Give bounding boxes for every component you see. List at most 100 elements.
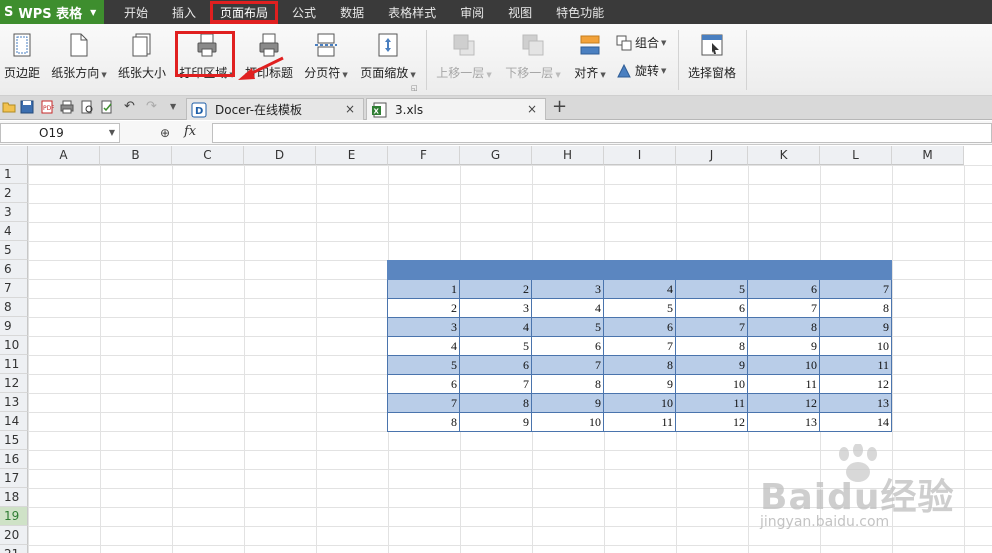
table-cell[interactable]: 1	[387, 279, 460, 299]
table-cell[interactable]: 7	[387, 393, 460, 413]
tab-special[interactable]: 特色功能	[544, 0, 616, 24]
table-cell[interactable]: 3	[531, 279, 604, 299]
print-titles-button[interactable]: 打印标题	[242, 30, 296, 86]
dialog-launcher-icon[interactable]: ◱	[411, 84, 418, 92]
zoom-function-icon[interactable]: ⊕	[160, 126, 170, 140]
tab-data[interactable]: 数据	[328, 0, 376, 24]
formula-input[interactable]	[212, 123, 992, 143]
bring-forward-button[interactable]: 上移一层 ▼	[434, 30, 494, 86]
table-cell[interactable]: 5	[675, 279, 748, 299]
table-cell[interactable]: 4	[387, 336, 460, 356]
table-cell[interactable]: 11	[747, 374, 820, 394]
table-header-cell[interactable]	[675, 260, 748, 280]
export-pdf-icon[interactable]: PDF	[40, 100, 54, 114]
table-cell[interactable]: 14	[819, 412, 892, 432]
tab-formulas[interactable]: 公式	[280, 0, 328, 24]
table-cell[interactable]: 8	[459, 393, 532, 413]
table-cell[interactable]: 6	[531, 336, 604, 356]
table-cell[interactable]: 5	[387, 355, 460, 375]
table-cell[interactable]: 4	[531, 298, 604, 318]
close-icon[interactable]: ×	[345, 102, 355, 116]
table-cell[interactable]: 7	[747, 298, 820, 318]
table-cell[interactable]: 8	[819, 298, 892, 318]
table-cell[interactable]: 10	[603, 393, 676, 413]
data-table[interactable]: 1 2 3 4 5 6 7 2 3 4 5 6 7 8 3 4 5 6 7 8 9 4 5 6 7 8 9 10 5 6 7 8 9 10 11 6 7…	[387, 260, 892, 432]
table-header-cell[interactable]	[747, 260, 820, 280]
print-preview-icon[interactable]	[80, 100, 94, 114]
table-cell[interactable]: 3	[459, 298, 532, 318]
table-cell[interactable]: 8	[531, 374, 604, 394]
table-cell[interactable]: 6	[459, 355, 532, 375]
chevron-down-icon[interactable]: ▼	[109, 124, 115, 142]
rotate-button[interactable]: 旋转 ▼	[616, 62, 666, 79]
tab-page-layout[interactable]: 页面布局	[208, 0, 280, 24]
orientation-button[interactable]: 纸张方向 ▼	[48, 30, 110, 86]
table-cell[interactable]: 11	[603, 412, 676, 432]
customize-toolbar-icon[interactable]: ▼	[170, 100, 184, 114]
save-icon[interactable]	[20, 100, 34, 114]
table-cell[interactable]: 13	[747, 412, 820, 432]
table-cell[interactable]: 7	[531, 355, 604, 375]
table-cell[interactable]: 6	[675, 298, 748, 318]
tab-review[interactable]: 审阅	[448, 0, 496, 24]
table-cell[interactable]: 9	[531, 393, 604, 413]
table-cell[interactable]: 9	[819, 317, 892, 337]
size-button[interactable]: 纸张大小	[116, 30, 168, 86]
send-backward-button[interactable]: 下移一层 ▼	[502, 30, 564, 86]
tab-home[interactable]: 开始	[112, 0, 160, 24]
table-cell[interactable]: 2	[387, 298, 460, 318]
tab-view[interactable]: 视图	[496, 0, 544, 24]
table-cell[interactable]: 12	[747, 393, 820, 413]
tab-workbook[interactable]: X 3.xls ×	[366, 98, 546, 120]
table-cell[interactable]: 7	[603, 336, 676, 356]
undo-icon[interactable]: ↶	[124, 100, 138, 114]
table-header-cell[interactable]	[387, 260, 460, 280]
align-button[interactable]: 对齐 ▼	[570, 30, 610, 86]
spell-check-icon[interactable]	[100, 100, 114, 114]
scale-button[interactable]: 页面缩放 ▼	[356, 30, 420, 86]
table-cell[interactable]: 5	[459, 336, 532, 356]
table-cell[interactable]: 9	[675, 355, 748, 375]
tab-insert[interactable]: 插入	[160, 0, 208, 24]
table-cell[interactable]: 8	[387, 412, 460, 432]
margins-button[interactable]: 页边距	[2, 30, 42, 86]
table-cell[interactable]: 8	[603, 355, 676, 375]
table-cell[interactable]: 6	[387, 374, 460, 394]
table-cell[interactable]: 4	[459, 317, 532, 337]
table-cell[interactable]: 5	[603, 298, 676, 318]
tab-docer-templates[interactable]: D Docer-在线模板 ×	[186, 98, 364, 120]
table-cell[interactable]: 7	[675, 317, 748, 337]
tab-table-style[interactable]: 表格样式	[376, 0, 448, 24]
insert-function-button[interactable]: fx	[184, 124, 196, 139]
table-cell[interactable]: 2	[459, 279, 532, 299]
table-cell[interactable]: 13	[819, 393, 892, 413]
new-tab-button[interactable]: +	[552, 96, 567, 117]
table-cell[interactable]: 9	[459, 412, 532, 432]
print-icon[interactable]	[60, 100, 74, 114]
table-cell[interactable]: 10	[531, 412, 604, 432]
redo-icon[interactable]: ↷	[146, 100, 160, 114]
table-cell[interactable]: 10	[675, 374, 748, 394]
table-cell[interactable]: 6	[603, 317, 676, 337]
table-cell[interactable]: 11	[819, 355, 892, 375]
table-cell[interactable]: 10	[819, 336, 892, 356]
table-header-cell[interactable]	[531, 260, 604, 280]
table-cell[interactable]: 8	[675, 336, 748, 356]
table-cell[interactable]: 12	[819, 374, 892, 394]
table-cell[interactable]: 6	[747, 279, 820, 299]
name-box[interactable]: O19 ▼	[0, 123, 120, 143]
table-cell[interactable]: 9	[603, 374, 676, 394]
table-cell[interactable]: 9	[747, 336, 820, 356]
table-cell[interactable]: 7	[819, 279, 892, 299]
table-header-cell[interactable]	[603, 260, 676, 280]
table-cell[interactable]: 7	[459, 374, 532, 394]
app-menu-button[interactable]: S WPS 表格 ▼	[0, 0, 104, 24]
breaks-button[interactable]: 分页符 ▼	[300, 30, 352, 86]
table-cell[interactable]: 10	[747, 355, 820, 375]
selection-pane-button[interactable]: 选择窗格	[684, 30, 740, 86]
close-icon[interactable]: ×	[527, 102, 537, 116]
open-folder-icon[interactable]	[2, 100, 16, 114]
table-cell[interactable]: 5	[531, 317, 604, 337]
table-cell[interactable]: 11	[675, 393, 748, 413]
table-header-cell[interactable]	[819, 260, 892, 280]
